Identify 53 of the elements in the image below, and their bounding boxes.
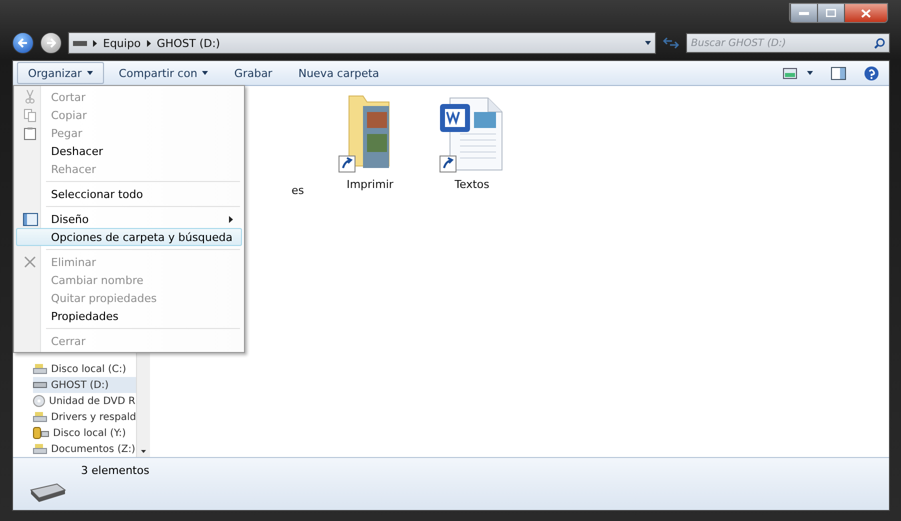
file-item[interactable]: Imprimir — [334, 94, 406, 191]
breadcrumb[interactable]: Equipo — [103, 36, 141, 50]
file-item[interactable]: Textos — [436, 94, 508, 191]
back-arrow-icon — [18, 38, 28, 48]
nav-item[interactable]: Documentos (Z:) — [33, 441, 136, 457]
network-drive-icon — [33, 427, 49, 439]
dropdown-icon[interactable] — [645, 41, 651, 45]
dropdown-icon[interactable] — [807, 71, 813, 75]
breadcrumb[interactable]: GHOST (D:) — [156, 36, 220, 50]
view-icon[interactable] — [783, 68, 797, 78]
item-count: 3 elementos — [81, 464, 150, 477]
nav-item[interactable]: Disco local (Y:) — [33, 425, 136, 441]
menu-item[interactable]: Propiedades — [16, 307, 242, 325]
toolbar-button[interactable]: Organizar — [17, 62, 104, 84]
close-button[interactable] — [844, 4, 887, 22]
minimize-icon — [799, 12, 809, 14]
disk-icon — [33, 443, 47, 455]
disk-icon — [33, 363, 47, 375]
help-icon[interactable] — [864, 66, 879, 80]
file-label: es — [292, 184, 304, 197]
refresh-icon[interactable] — [662, 36, 680, 50]
chevron-icon — [146, 40, 151, 46]
search-icon — [874, 38, 885, 48]
back-button[interactable] — [12, 32, 34, 54]
nav-item[interactable]: GHOST (D:) — [33, 377, 136, 393]
disk-icon — [33, 411, 47, 423]
forward-arrow-icon — [46, 38, 56, 48]
preview-pane-icon[interactable] — [831, 66, 846, 80]
maximize-button[interactable] — [817, 4, 844, 22]
nav-item[interactable]: Drivers y respald — [33, 409, 136, 425]
drive-icon — [73, 40, 87, 46]
copy-icon — [24, 108, 36, 122]
toolbar-button[interactable]: Compartir con — [108, 62, 220, 84]
clipboard-icon — [24, 126, 36, 140]
menu-item[interactable]: Deshacer — [16, 142, 242, 160]
toolbar-button[interactable]: Nueva carpeta — [287, 62, 390, 84]
drive-icon — [33, 382, 47, 388]
layout-icon — [22, 212, 38, 226]
menu-item[interactable]: Diseño — [16, 210, 242, 228]
menu-item[interactable]: Opciones de carpeta y búsqueda — [16, 228, 242, 246]
nav-item[interactable]: Disco local (C:) — [33, 361, 136, 377]
toolbar-button[interactable]: Grabar — [223, 62, 284, 84]
forward-button[interactable] — [40, 32, 62, 54]
scissors-icon — [25, 90, 35, 104]
menu-item[interactable]: Seleccionar todo — [16, 185, 242, 203]
close-icon — [861, 8, 871, 18]
minimize-button[interactable] — [790, 4, 817, 22]
address-bar[interactable]: Equipo GHOST (D:) — [68, 32, 656, 54]
delete-icon — [24, 256, 36, 268]
chevron-icon — [93, 40, 97, 46]
maximize-icon — [826, 9, 836, 17]
nav-item[interactable]: Unidad de DVD R — [33, 393, 136, 409]
dvd-icon — [33, 395, 45, 407]
